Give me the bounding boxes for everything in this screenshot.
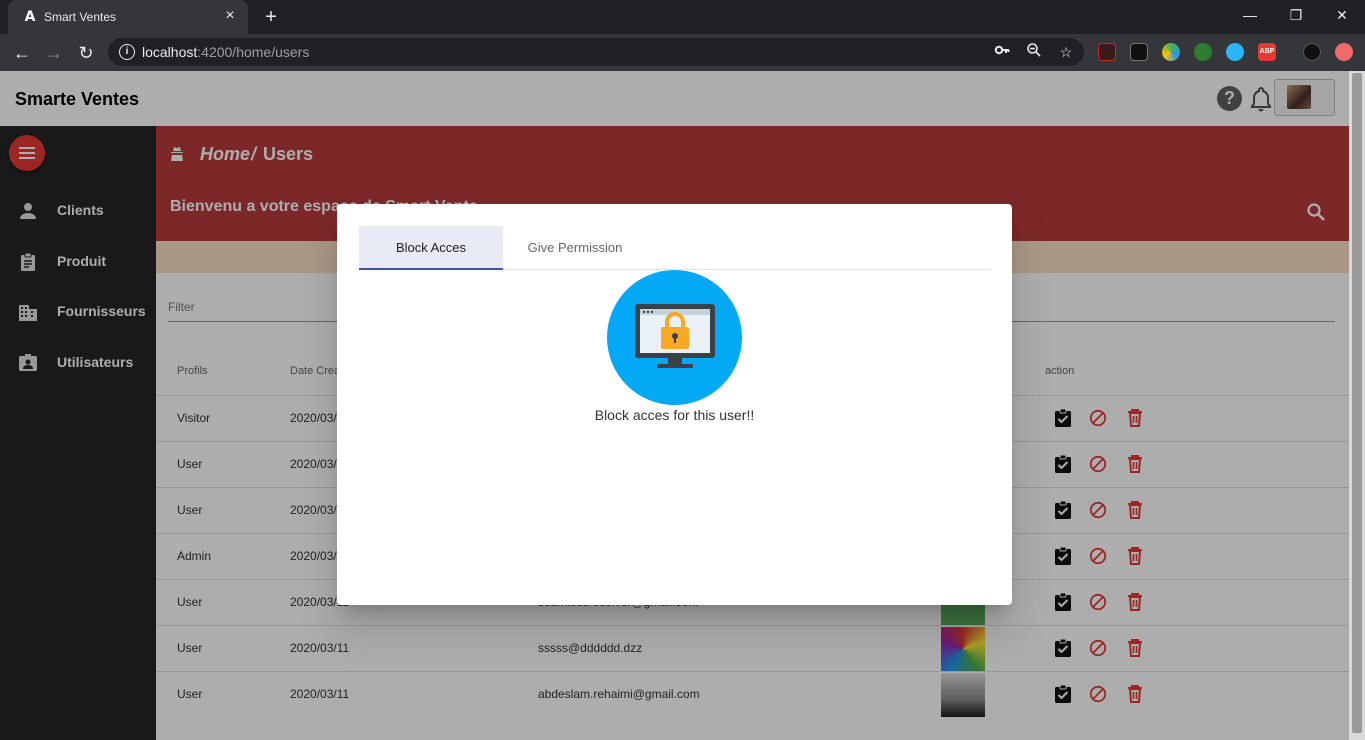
dialog-message: Block acces for this user!!	[594, 407, 755, 423]
tab-block-acces[interactable]: Block Acces	[359, 226, 503, 270]
wave-icon[interactable]	[1226, 43, 1244, 61]
bookmark-star-icon[interactable]: ☆	[1056, 42, 1076, 62]
tab-give-permission[interactable]: Give Permission	[503, 226, 647, 270]
back-icon[interactable]: ←	[9, 40, 35, 66]
node-icon[interactable]	[1194, 43, 1212, 61]
edge-icon[interactable]	[1162, 43, 1180, 61]
tab-close-icon[interactable]: ×	[222, 8, 238, 24]
angular-favicon-icon: A	[24, 9, 36, 25]
window-close-icon[interactable]: ✕	[1319, 0, 1365, 30]
gift-icon[interactable]	[1335, 43, 1353, 61]
site-info-icon[interactable]: i	[119, 44, 135, 60]
page-scrollbar[interactable]	[1349, 71, 1365, 740]
url-text[interactable]: localhost:4200/home/users	[142, 44, 309, 60]
new-tab-icon[interactable]: +	[260, 6, 282, 28]
browser-toolbar: ← → ↻ i localhost:4200/home/users ☆ ABP	[0, 34, 1365, 71]
minimize-icon[interactable]: —	[1227, 0, 1273, 30]
permission-dialog: Block Acces Give Permission Block acces …	[337, 204, 1012, 605]
browser-tab[interactable]: A Smart Ventes ×	[8, 0, 248, 34]
scroll-thumb[interactable]	[1352, 73, 1362, 733]
cube-icon[interactable]	[1130, 43, 1148, 61]
browser-tabstrip: A Smart Ventes × + — ❐ ✕	[0, 0, 1365, 34]
pdf-icon[interactable]	[1098, 43, 1116, 61]
abp-icon[interactable]: ABP	[1258, 43, 1276, 61]
locked-computer-icon	[607, 270, 742, 405]
zoom-icon[interactable]	[1024, 42, 1044, 62]
url-host: localhost	[142, 44, 198, 60]
address-bar[interactable]: i localhost:4200/home/users ☆	[108, 38, 1084, 66]
restore-icon[interactable]: ❐	[1273, 0, 1319, 30]
y-icon[interactable]	[1303, 43, 1321, 61]
forward-icon[interactable]: →	[41, 40, 67, 66]
dialog-tabs: Block Acces Give Permission	[359, 226, 991, 270]
key-icon[interactable]	[992, 42, 1012, 62]
reload-icon[interactable]: ↻	[73, 40, 99, 66]
url-path: :4200/home/users	[197, 44, 310, 60]
tab-title: Smart Ventes	[44, 10, 117, 24]
